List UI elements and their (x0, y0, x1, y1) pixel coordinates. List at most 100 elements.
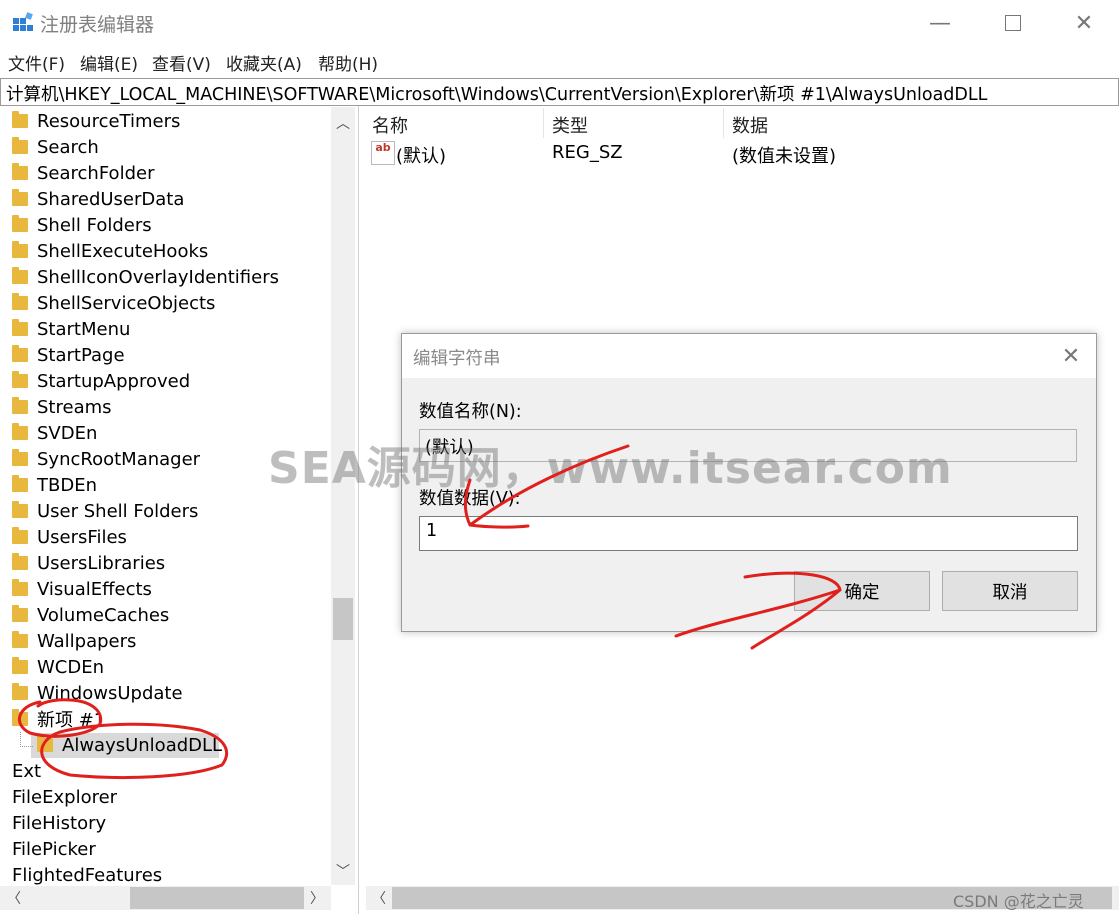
tree-folder-item[interactable]: ResourceTimers (12, 108, 180, 134)
folder-icon (12, 293, 28, 310)
folder-icon (12, 397, 28, 414)
column-header-type[interactable]: 类型 (552, 112, 588, 138)
tree-item-label: StartPage (37, 344, 125, 366)
tree-folder-item[interactable]: TBDEn (12, 472, 97, 498)
tree-item-label: SVDEn (37, 422, 98, 444)
tree-folder-item[interactable]: StartMenu (12, 316, 130, 342)
menu-file[interactable]: 文件(F) (8, 50, 65, 75)
tree-key-item[interactable]: Ext (12, 758, 41, 784)
folder-icon (12, 501, 28, 518)
dialog-close-button[interactable]: ✕ (1057, 342, 1085, 370)
column-separator[interactable] (723, 108, 724, 138)
value-row-data[interactable]: (数值未设置) (732, 142, 836, 168)
tree-key-item[interactable]: FlightedFeatures (12, 862, 162, 888)
tree-item-label: WCDEn (37, 656, 105, 678)
tree-item-label: Streams (37, 396, 112, 418)
close-icon: ✕ (1061, 343, 1081, 369)
tree-folder-item[interactable]: ShellExecuteHooks (12, 238, 208, 264)
close-icon: ✕ (1074, 10, 1094, 36)
tree-item-label: FileHistory (12, 812, 107, 834)
tree-vertical-scrollbar[interactable] (331, 107, 355, 885)
tree-item-label: UsersFiles (37, 526, 127, 548)
tree-folder-item[interactable]: UsersLibraries (12, 550, 165, 576)
tree-folder-item[interactable]: Search (12, 134, 99, 160)
dialog-title: 编辑字符串 (413, 349, 501, 369)
tree-item-label: User Shell Folders (37, 500, 199, 522)
tree-key-item[interactable]: FileHistory (12, 810, 106, 836)
scroll-left-icon[interactable]: 〈 (366, 886, 392, 910)
folder-icon (12, 111, 28, 128)
scroll-down-icon[interactable]: ﹀ (331, 858, 355, 884)
tree-folder-item[interactable]: WindowsUpdate (12, 680, 183, 706)
tree-folder-item[interactable]: SharedUserData (12, 186, 184, 212)
folder-icon (12, 579, 28, 596)
tree-item-label: ResourceTimers (37, 110, 181, 132)
column-header-name[interactable]: 名称 (372, 112, 408, 138)
tree-folder-item[interactable]: Streams (12, 394, 112, 420)
tree-folder-item[interactable]: VolumeCaches (12, 602, 169, 628)
tree-item-label: VisualEffects (37, 578, 152, 600)
tree-item-label: SharedUserData (37, 188, 185, 210)
folder-icon (12, 709, 28, 726)
column-header-data[interactable]: 数据 (732, 112, 768, 138)
value-row-name[interactable]: (默认) (396, 142, 446, 168)
maximize-button[interactable] (978, 0, 1048, 46)
tree-item-label: WindowsUpdate (37, 682, 183, 704)
tree-horizontal-scroll-thumb[interactable] (130, 887, 304, 909)
tree-folder-item[interactable]: WCDEn (12, 654, 104, 680)
minimize-button[interactable]: — (905, 0, 975, 46)
tree-key-item[interactable]: FileExplorer (12, 784, 117, 810)
cancel-button[interactable]: 取消 (942, 571, 1078, 611)
menu-view[interactable]: 查看(V) (152, 50, 211, 75)
tree-folder-item[interactable]: ShellIconOverlayIdentifiers (12, 264, 279, 290)
folder-icon (12, 163, 28, 180)
tree-folder-item[interactable]: UsersFiles (12, 524, 127, 550)
tree-item-label: TBDEn (37, 474, 97, 496)
tree-folder-item[interactable]: ShellServiceObjects (12, 290, 215, 316)
close-button[interactable]: ✕ (1049, 0, 1119, 46)
maximize-icon (1005, 15, 1021, 31)
tree-item-label: ShellExecuteHooks (37, 240, 209, 262)
regedit-app-icon (13, 12, 33, 31)
tree-item-selected[interactable]: AlwaysUnloadDLL (37, 732, 222, 758)
folder-icon (12, 683, 28, 700)
address-bar[interactable]: 计算机\HKEY_LOCAL_MACHINE\SOFTWARE\Microsof… (0, 78, 1119, 106)
folder-icon (12, 241, 28, 258)
tree-item-label: SearchFolder (37, 162, 155, 184)
folder-icon (12, 215, 28, 232)
tree-folder-item[interactable]: 新项 #1 (12, 706, 105, 732)
column-separator[interactable] (543, 108, 544, 138)
value-name-label: 数值名称(N): (419, 402, 522, 422)
scroll-up-icon[interactable]: ︿ (331, 110, 355, 136)
tree-item-label: StartupApproved (37, 370, 191, 392)
tree-folder-item[interactable]: Shell Folders (12, 212, 152, 238)
tree-folder-item[interactable]: SearchFolder (12, 160, 154, 186)
tree-folder-item[interactable]: StartupApproved (12, 368, 190, 394)
tree-vertical-scroll-thumb[interactable] (333, 598, 353, 640)
value-data-input[interactable]: 1 (419, 516, 1078, 551)
folder-icon (12, 475, 28, 492)
folder-icon (12, 345, 28, 362)
value-row-type[interactable]: REG_SZ (552, 142, 623, 163)
tree-folder-item[interactable]: VisualEffects (12, 576, 152, 602)
tree-folder-item[interactable]: Wallpapers (12, 628, 136, 654)
tree-key-item[interactable]: FilePicker (12, 836, 96, 862)
tree-item-label: SyncRootManager (37, 448, 201, 470)
minimize-icon: — (929, 10, 951, 36)
tree-folder-item[interactable]: SyncRootManager (12, 446, 200, 472)
folder-icon (12, 605, 28, 622)
tree-item-label: AlwaysUnloadDLL (62, 734, 223, 756)
menu-favorites[interactable]: 收藏夹(A) (226, 50, 302, 75)
menu-edit[interactable]: 编辑(E) (80, 50, 138, 75)
folder-icon (12, 267, 28, 284)
menu-help[interactable]: 帮助(H) (318, 50, 378, 75)
tree-folder-item[interactable]: SVDEn (12, 420, 97, 446)
scroll-left-icon[interactable]: 〈 (2, 886, 26, 910)
scroll-right-icon[interactable]: 〉 (305, 886, 329, 910)
csdn-watermark: CSDN @花之亡灵 (953, 892, 1084, 911)
tree-item-label: Search (37, 136, 99, 158)
tree-folder-item[interactable]: User Shell Folders (12, 498, 198, 524)
tree-item-label: ShellIconOverlayIdentifiers (37, 266, 279, 288)
tree-folder-item[interactable]: StartPage (12, 342, 125, 368)
ok-button[interactable]: 确定 (794, 571, 930, 611)
